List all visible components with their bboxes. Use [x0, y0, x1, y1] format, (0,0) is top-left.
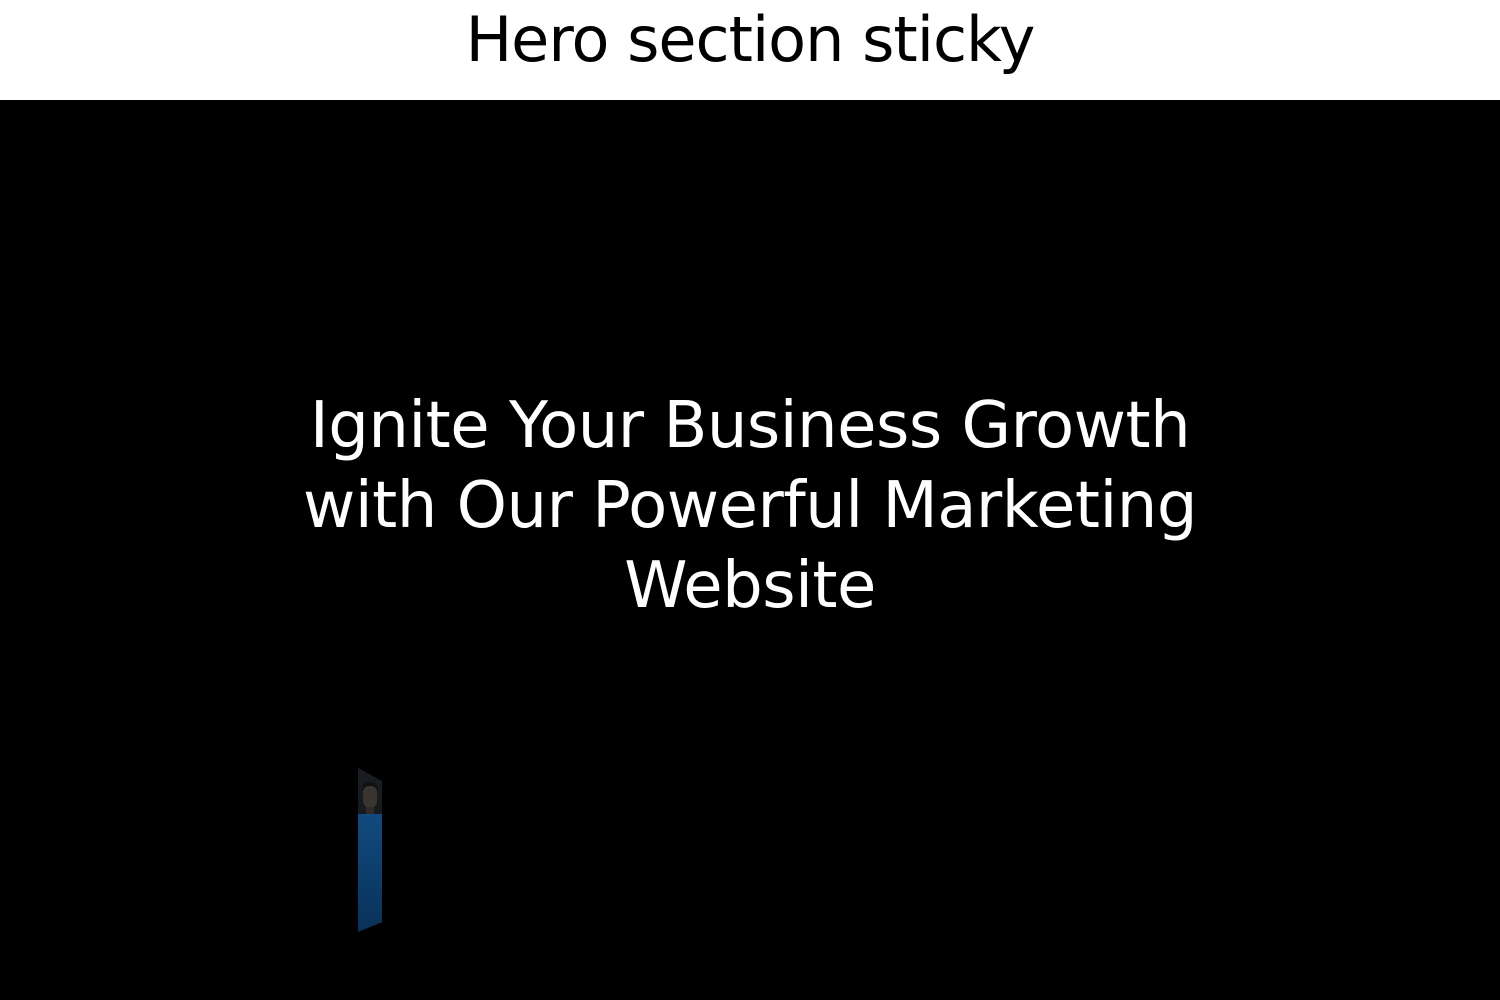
hero-section: Ignite Your Business Growth with Our Pow… [0, 100, 1500, 1000]
page-title: Hero section sticky [465, 3, 1036, 76]
portrait-shirt [358, 814, 382, 932]
page-header: Hero section sticky [0, 0, 1500, 100]
hero-headline: Ignite Your Business Growth with Our Pow… [303, 389, 1197, 623]
portrait-face [363, 786, 377, 808]
portrait-image-card [358, 768, 382, 932]
